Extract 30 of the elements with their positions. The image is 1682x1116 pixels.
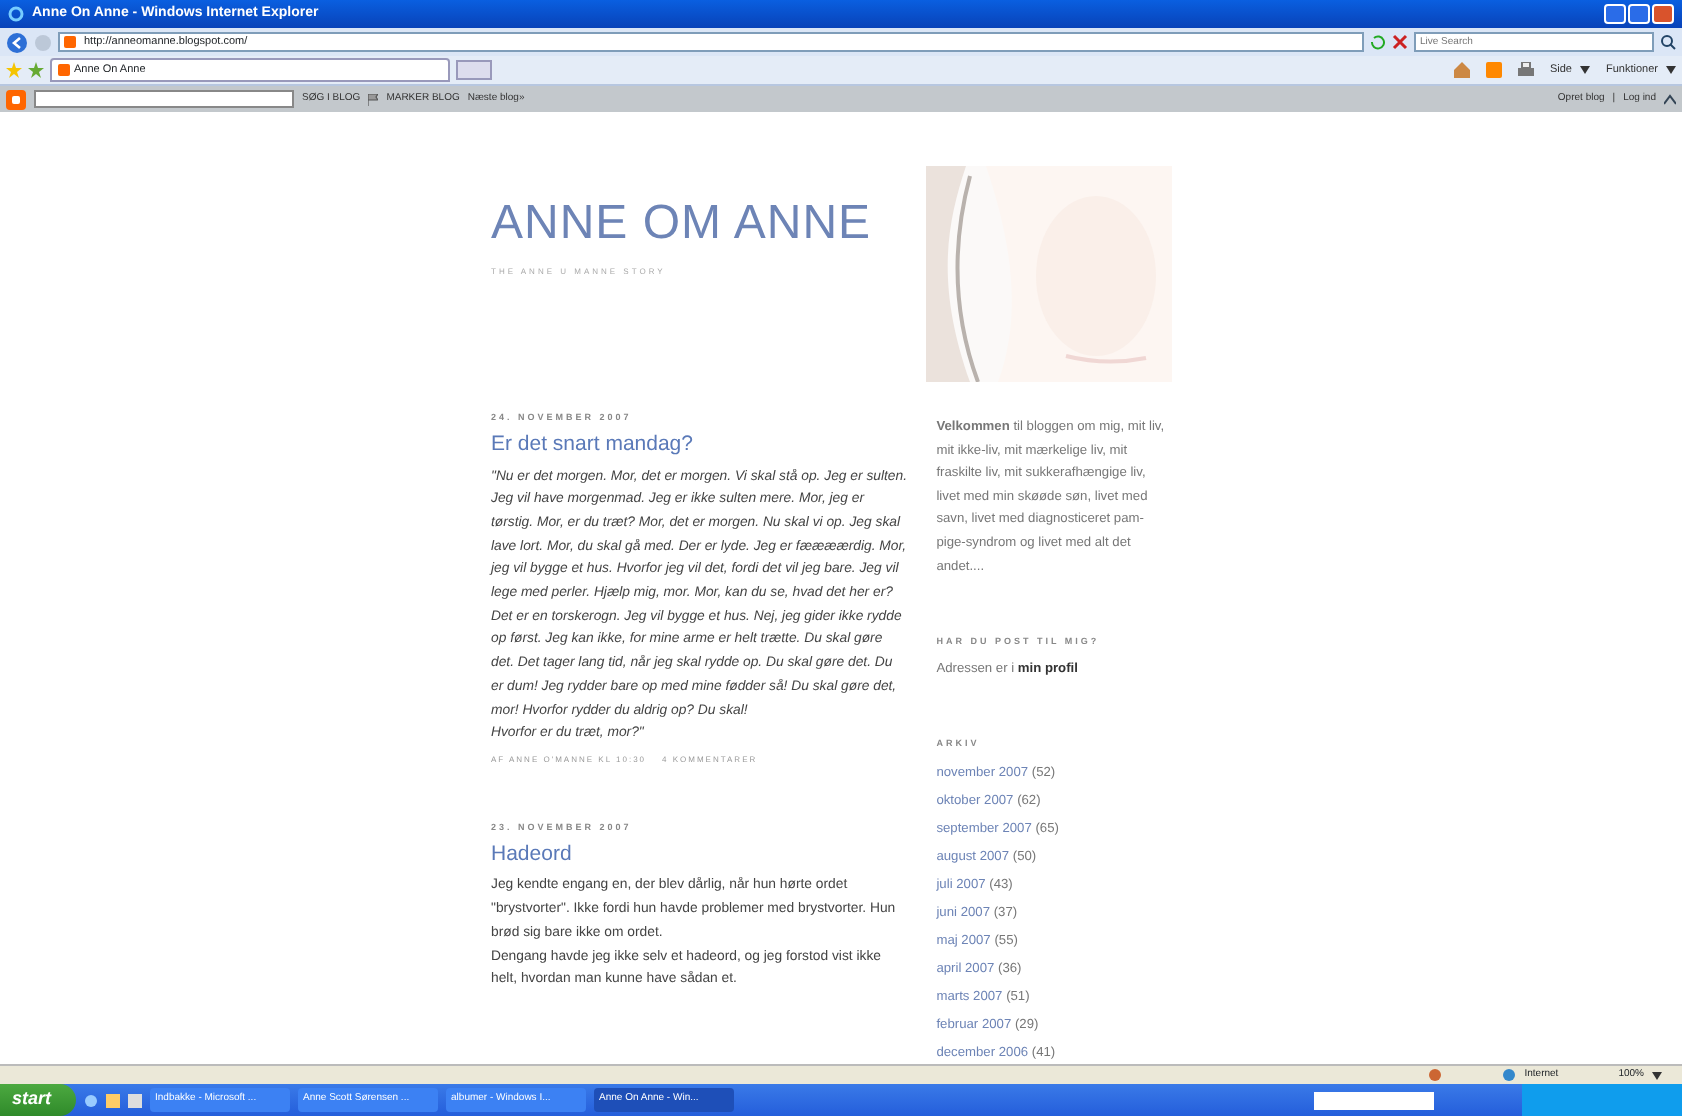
- close-button[interactable]: [1652, 4, 1674, 24]
- search-icon[interactable]: [1660, 34, 1676, 50]
- caret-icon[interactable]: [1652, 1071, 1662, 1079]
- blogger-logo-icon[interactable]: [6, 89, 26, 109]
- blogger-icon: [58, 64, 70, 76]
- globe-icon: [1502, 1068, 1517, 1082]
- blog-search-field[interactable]: [34, 90, 294, 108]
- ie-icon: [8, 6, 24, 22]
- minimize-button[interactable]: [1604, 4, 1626, 24]
- start-button[interactable]: start: [0, 1084, 76, 1116]
- flag-icon: [368, 93, 379, 105]
- blog-title[interactable]: ANNE OM ANNE: [491, 200, 925, 248]
- print-icon[interactable]: [1517, 62, 1534, 78]
- scroll-up-icon[interactable]: [1664, 93, 1676, 105]
- add-favorites-icon[interactable]: [28, 62, 44, 78]
- home-icon[interactable]: [1453, 62, 1470, 78]
- stop-icon[interactable]: [1392, 34, 1408, 50]
- back-icon[interactable]: [6, 31, 28, 53]
- caret-icon[interactable]: [1666, 66, 1676, 74]
- security-icon: [1428, 1068, 1443, 1082]
- blogger-icon: [64, 36, 76, 48]
- post-title[interactable]: Er det snart mandag?: [491, 429, 909, 461]
- post-title[interactable]: Hadeord: [491, 839, 909, 871]
- refresh-icon[interactable]: [1370, 34, 1386, 50]
- favorites-star-icon[interactable]: [6, 62, 22, 78]
- taskbar-search-field[interactable]: [1314, 1091, 1434, 1109]
- feed-icon[interactable]: [1485, 62, 1502, 78]
- new-tab-button[interactable]: [456, 60, 492, 80]
- maximize-button[interactable]: [1628, 4, 1650, 24]
- caret-icon[interactable]: [1580, 66, 1590, 74]
